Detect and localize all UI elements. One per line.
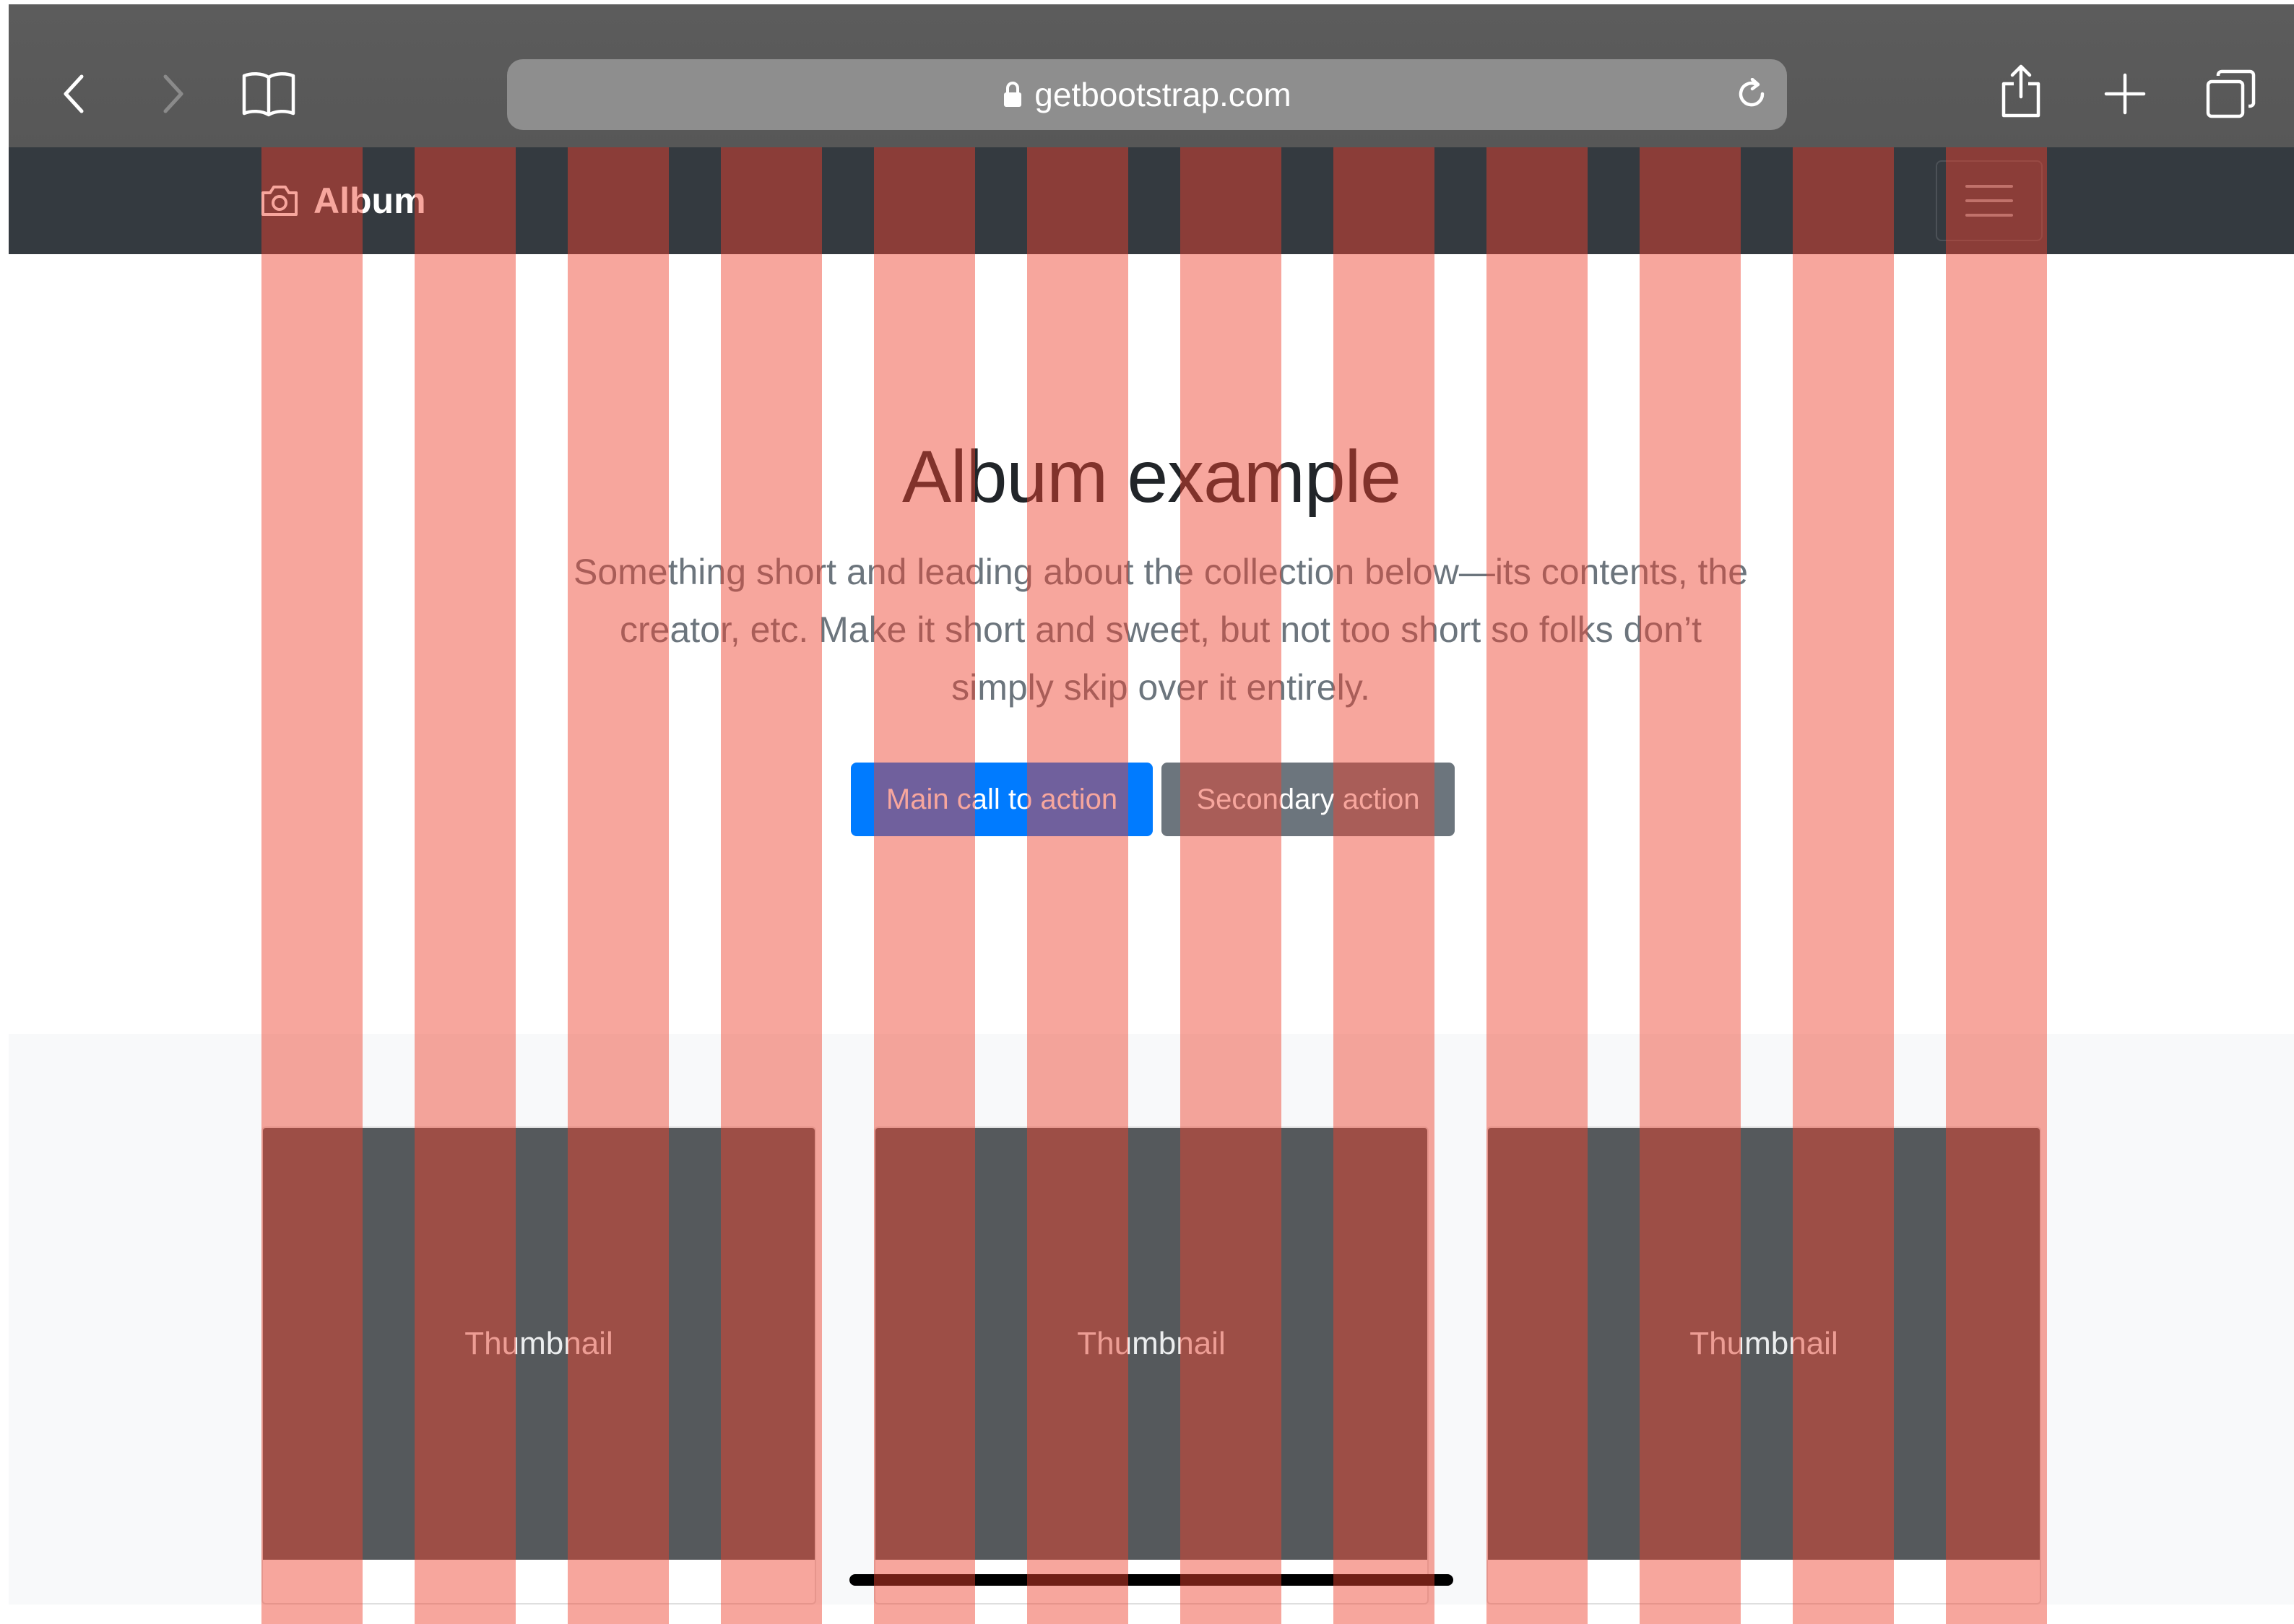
brand-text: Album bbox=[313, 181, 426, 221]
thumbnail-label: Thumbnail bbox=[464, 1326, 613, 1361]
browser-toolbar: getbootstrap.com bbox=[9, 4, 2294, 147]
thumbnail-label: Thumbnail bbox=[1077, 1326, 1226, 1361]
card-thumbnail[interactable]: Thumbnail bbox=[875, 1128, 1427, 1560]
camera-icon bbox=[261, 186, 298, 216]
album-card: Thumbnail bbox=[874, 1126, 1429, 1605]
share-icon[interactable] bbox=[1998, 62, 2044, 120]
home-indicator[interactable] bbox=[849, 1574, 1453, 1586]
card-thumbnail[interactable]: Thumbnail bbox=[263, 1128, 815, 1560]
chevron-left-icon[interactable] bbox=[52, 71, 95, 117]
brand-link[interactable]: Album bbox=[260, 147, 426, 254]
jumbotron: Album example Something short and leadin… bbox=[9, 254, 2294, 1034]
reload-icon[interactable] bbox=[1734, 77, 1770, 113]
tabs-icon[interactable] bbox=[2203, 66, 2258, 121]
chevron-right-icon[interactable] bbox=[152, 71, 195, 117]
lead-text: Something short and leading about the co… bbox=[573, 552, 1749, 708]
navbar: Album bbox=[9, 147, 2294, 254]
book-icon[interactable] bbox=[240, 68, 298, 120]
address-bar[interactable]: getbootstrap.com bbox=[507, 59, 1787, 130]
navbar-toggler-button[interactable] bbox=[1936, 160, 2043, 241]
main-call-to-action-button[interactable]: Main call to action bbox=[851, 763, 1153, 836]
url-text: getbootstrap.com bbox=[1034, 76, 1291, 113]
thumbnail-label: Thumbnail bbox=[1689, 1326, 1838, 1361]
lock-icon bbox=[1004, 82, 1022, 107]
plus-icon[interactable] bbox=[2102, 71, 2148, 117]
hamburger-icon bbox=[1965, 185, 2013, 217]
secondary-action-button[interactable]: Secondary action bbox=[1161, 763, 1455, 836]
card-thumbnail[interactable]: Thumbnail bbox=[1488, 1128, 2040, 1560]
album-card: Thumbnail bbox=[261, 1126, 816, 1605]
album-section: Thumbnail Thumbnail Thumbnail bbox=[9, 1034, 2294, 1605]
album-card: Thumbnail bbox=[1486, 1126, 2041, 1605]
page-title: Album example bbox=[902, 435, 1401, 518]
